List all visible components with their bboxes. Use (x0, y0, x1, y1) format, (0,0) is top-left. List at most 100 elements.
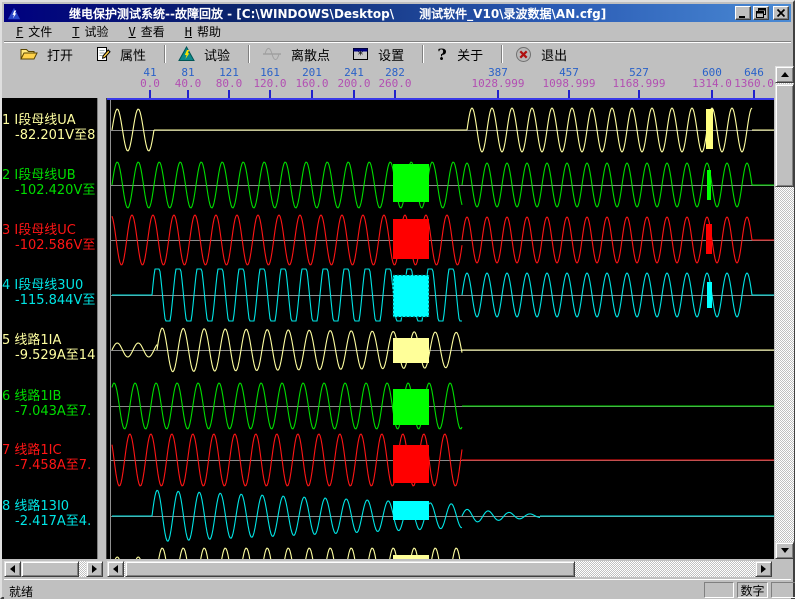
channel-label-6[interactable]: 6 线路1IB-7.043A至7. (2, 389, 97, 419)
ruler-tick-group: 4571098.999 (534, 67, 604, 89)
channel-range: -7.458A至7. (2, 458, 97, 473)
ruler-tick-group: 6461360.0 (719, 67, 774, 89)
ruler-tick-group: 282260.0 (360, 67, 430, 89)
svg-text:?: ? (437, 46, 446, 63)
arrow-left-icon (109, 565, 118, 573)
menu-item-T[interactable]: T 试验 (66, 21, 118, 42)
fault-marker-ch8[interactable] (393, 501, 429, 520)
arrow-down-icon (781, 548, 789, 557)
cursor-marker-ch2[interactable] (707, 170, 711, 200)
channel-label-1[interactable]: 1 I段母线UA-82.201V至8 (2, 113, 97, 143)
channel-name: 5 线路1IA (2, 333, 61, 348)
toolbar-separator (422, 45, 424, 63)
fault-marker-ch3[interactable] (393, 219, 429, 259)
fault-marker-ch7[interactable] (393, 445, 429, 483)
channel-label-3[interactable]: 3 I段母线UC-102.586V至 (2, 223, 97, 253)
scroll-down-button[interactable] (775, 542, 794, 559)
waveform-trace-ch5 (112, 328, 774, 372)
waveform-area[interactable] (107, 100, 774, 559)
minimize-button[interactable] (735, 6, 751, 20)
channel-name: 4 I段母线3U0 (2, 278, 83, 293)
cursor-marker-ch4[interactable] (707, 282, 712, 308)
toolbar-button-discrete-point[interactable]: 离散点 (254, 43, 344, 65)
title-bar[interactable]: 继电保护测试系统--故障回放 - [C:\WINDOWS\Desktop\ 测试… (4, 4, 791, 22)
vertical-scroll-thumb[interactable] (775, 84, 794, 187)
channel-range: -102.420V至 (2, 183, 97, 198)
channel-range: -82.201V至8 (2, 128, 97, 143)
discrete-point-icon (262, 46, 282, 62)
menu-item-V[interactable]: V查看 (123, 21, 175, 42)
panel-scroll-left-button[interactable] (4, 561, 21, 577)
toolbar-button-label: 打开 (47, 45, 73, 64)
channel-name: 2 I段母线UB (2, 168, 76, 183)
channel-label-8[interactable]: 8 线路13I0-2.417A至4. (2, 499, 97, 529)
ruler-tickmark (353, 90, 355, 98)
waveform-trace-ch8 (112, 490, 774, 541)
menu-key: T (72, 25, 79, 39)
time-ruler: 410.08140.012180.0161120.0201160.0241200… (107, 66, 774, 98)
exit-icon (515, 46, 532, 63)
cursor-marker-ch3[interactable] (706, 224, 712, 254)
toolbar-button-exit[interactable]: 退出 (507, 43, 581, 65)
toolbar-button-settings[interactable]: *设置 (344, 43, 418, 65)
ruler-tickmark (711, 90, 713, 98)
app-window: 继电保护测试系统--故障回放 - [C:\WINDOWS\Desktop\ 测试… (0, 0, 795, 599)
menu-label: 试验 (84, 25, 108, 39)
restore-button[interactable] (753, 6, 769, 20)
waveform-horizontal-scrollbar[interactable] (107, 560, 772, 578)
channel-name: 3 I段母线UC (2, 223, 76, 238)
scroll-left-button[interactable] (107, 561, 124, 577)
panel-scroll-right-button[interactable] (86, 561, 103, 577)
menu-item-F[interactable]: F文件 (10, 21, 62, 42)
ruler-tick-group: 3871028.999 (463, 67, 533, 89)
channel-label-7[interactable]: 7 线路1IC-7.458A至7. (2, 443, 97, 473)
scroll-up-button[interactable] (775, 66, 794, 83)
waveform-scroll-thumb[interactable] (125, 561, 575, 577)
panel-splitter[interactable] (97, 98, 107, 559)
status-panel-2 (771, 582, 795, 598)
fault-marker-ch9[interactable] (393, 555, 429, 559)
toolbar-button-label: 属性 (120, 45, 146, 64)
panel-horizontal-scrollbar[interactable] (4, 560, 103, 578)
ruler-tickmark (228, 90, 230, 98)
ruler-tickmark (568, 90, 570, 98)
channel-label-2[interactable]: 2 I段母线UB-102.420V至 (2, 168, 97, 198)
fault-marker-ch6[interactable] (393, 389, 429, 425)
channel-label-4[interactable]: 4 I段母线3U0-115.844V至 (2, 278, 97, 308)
arrow-left-icon (6, 565, 15, 573)
vertical-scrollbar[interactable] (774, 66, 795, 559)
fault-marker-ch2[interactable] (393, 164, 429, 202)
toolbar-button-label: 退出 (541, 45, 567, 64)
window-title: 继电保护测试系统--故障回放 - [C:\WINDOWS\Desktop\ 测试… (69, 5, 735, 22)
ruler-time-label: 1360.0 (719, 78, 774, 89)
close-button[interactable] (773, 6, 789, 20)
toolbar-button-label: 试验 (204, 45, 230, 64)
fault-marker-ch5[interactable] (393, 338, 429, 363)
toolbar-button-test[interactable]: 试验 (170, 43, 244, 65)
channel-label-5[interactable]: 5 线路1IA-9.529A至14 (2, 333, 97, 363)
status-panel-0 (704, 582, 734, 598)
ruler-tickmark (394, 90, 396, 98)
waveform-trace-ch9 (112, 548, 774, 559)
close-icon (775, 7, 787, 19)
scroll-right-button[interactable] (755, 561, 772, 577)
menu-key: F (16, 25, 23, 39)
menu-bar: F文件 T 试验 V查看H帮助 (4, 22, 791, 41)
fault-marker-ch4[interactable] (393, 275, 429, 317)
arrow-right-icon (761, 565, 770, 573)
ruler-tickmark (497, 90, 499, 98)
toolbar-button-open-folder[interactable]: 打开 (12, 43, 87, 65)
toolbar-separator (248, 45, 250, 63)
toolbar-button-properties[interactable]: 属性 (87, 43, 160, 65)
channel-name: 7 线路1IC (2, 443, 62, 458)
channel-range: -115.844V至 (2, 293, 97, 308)
minimize-icon (739, 16, 745, 18)
panel-scroll-thumb[interactable] (21, 561, 79, 577)
channel-range: -102.586V至 (2, 238, 97, 253)
menu-label: 查看 (141, 25, 165, 39)
menu-item-H[interactable]: H帮助 (179, 21, 231, 42)
cursor-marker-ch1[interactable] (706, 109, 713, 149)
channel-name: 8 线路13I0 (2, 499, 69, 514)
ruler-time-label: 1168.999 (604, 78, 674, 89)
toolbar-button-about[interactable]: ?关于 (428, 43, 497, 65)
